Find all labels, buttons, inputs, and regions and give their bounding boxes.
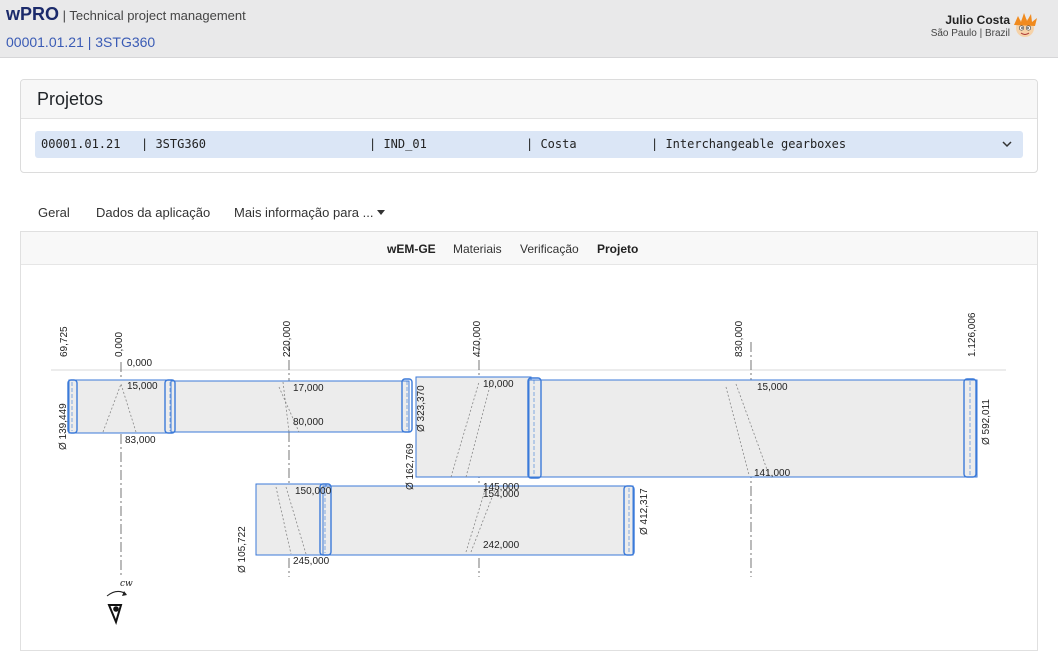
user-info[interactable]: Julio Costa São Paulo | Brazil (931, 13, 1010, 39)
shaft-segment-4[interactable] (528, 379, 978, 478)
diameter-label-6: Ø 412,317 (639, 488, 650, 535)
brand[interactable]: wPRO | Technical project management (6, 4, 246, 25)
user-location: São Paulo | Brazil (930, 28, 1010, 39)
drawing-panel: wEM-GE Materiais Verificação Projeto 69,… (20, 231, 1038, 651)
diameter-label-1: Ø 139,449 (58, 403, 69, 450)
eye-icon (107, 604, 123, 626)
position-label-5: 830,000 (734, 320, 745, 357)
caret-down-icon (377, 210, 386, 215)
brand-logo[interactable]: wPRO (6, 4, 59, 24)
dimension-label-15a: 15,000 (127, 381, 158, 392)
shaft-segment-2[interactable] (170, 380, 410, 433)
brand-tagline: | Technical project management (62, 8, 246, 23)
projects-card-title: Projetos (21, 80, 1037, 119)
diameter-label-2: Ø 323,370 (416, 385, 427, 432)
rotation-label: cw (120, 579, 133, 589)
position-label-3: 220,000 (282, 320, 293, 357)
dimension-label-17: 17,000 (293, 383, 324, 394)
diameter-label-4: Ø 592,011 (981, 399, 992, 445)
dimension-label-154: 154,000 (483, 489, 520, 500)
dimension-label-15b: 15,000 (757, 382, 788, 393)
select-project-description: | Interchangeable gearboxes (651, 137, 847, 151)
avatar-icon[interactable] (1010, 11, 1040, 41)
project-select[interactable]: 00001.01.21 | 3STG360 | IND_01 | Costa |… (35, 131, 1023, 158)
user-name: Julio Costa (945, 13, 1010, 27)
rotation-arrow (122, 591, 127, 596)
position-label-1: 69,725 (59, 326, 70, 357)
dimension-label-245: 245,000 (293, 556, 330, 567)
dimension-label-10: 10,000 (483, 379, 514, 390)
dimension-label-141: 141,000 (754, 468, 791, 479)
shaft-segment-3[interactable] (415, 376, 532, 478)
select-project-type: | IND_01 (369, 137, 427, 151)
position-label-6: 1.126,006 (967, 312, 978, 357)
chevron-down-icon[interactable] (1001, 138, 1013, 150)
shaft-segment-6[interactable] (322, 485, 634, 556)
dimension-label-242: 242,000 (483, 540, 520, 551)
nav-dados-aplicacao[interactable]: Dados da aplicação (96, 205, 210, 220)
nav-geral[interactable]: Geral (38, 205, 70, 220)
position-label-4: 470,000 (472, 320, 483, 357)
current-project-link[interactable]: 00001.01.21 | 3STG360 (6, 34, 155, 50)
select-project-owner: | Costa (526, 137, 577, 151)
dimension-label-83: 83,000 (125, 435, 156, 446)
gearbox-drawing: 69,725 0,000 220,000 470,000 830,000 1.1… (51, 312, 1006, 626)
diameter-label-5: Ø 105,722 (237, 526, 248, 573)
app-header: wPRO | Technical project management 0000… (0, 0, 1058, 58)
diameter-label-3: Ø 162,769 (405, 443, 416, 490)
nav-mais-informacao[interactable]: Mais informação para ... (234, 205, 386, 220)
dimension-label-80: 80,000 (293, 417, 324, 428)
dimension-label-0: 0,000 (127, 358, 152, 369)
position-label-2: 0,000 (114, 332, 125, 357)
dimension-label-150: 150,000 (295, 486, 332, 497)
select-project-code: 00001.01.21 (41, 137, 121, 151)
projects-card: Projetos 00001.01.21 | 3STG360 | IND_01 … (20, 79, 1038, 173)
nav-mais-informacao-label: Mais informação para ... (234, 205, 374, 220)
select-project-gearbox: | 3STG360 (141, 137, 207, 151)
